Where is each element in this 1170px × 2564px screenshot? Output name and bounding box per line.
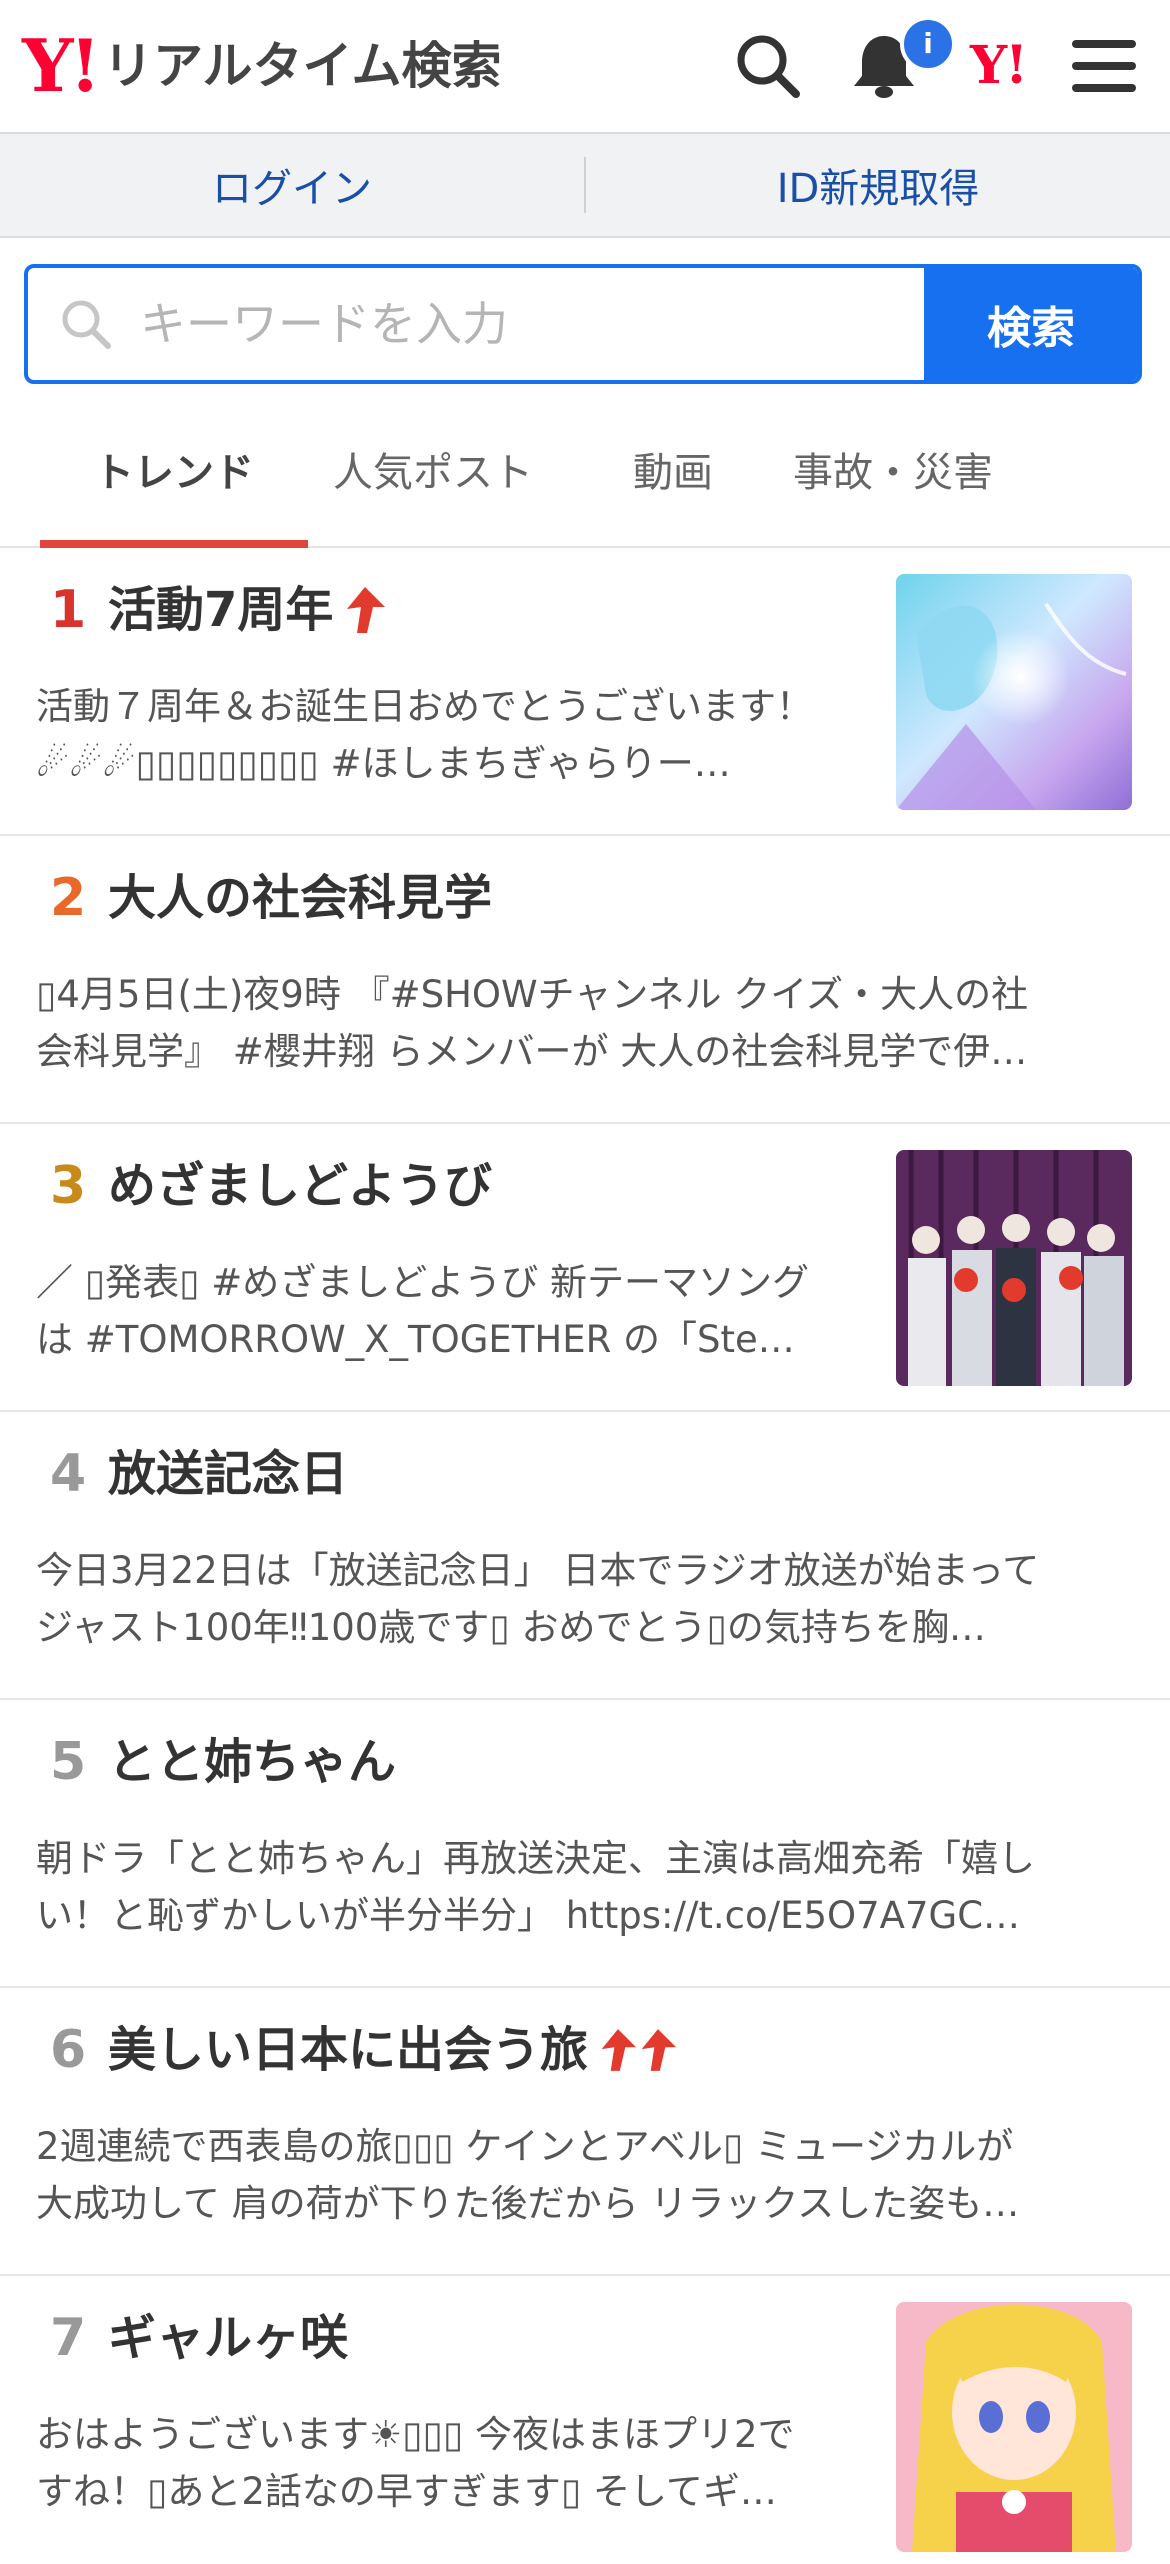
search-field-icon [62,300,111,349]
site-name: リアルタイム検索 [103,37,502,95]
trend-description: ／ ▯発表▯ #めざましどようび 新テーマソング は #TOMORROW_X_T… [36,1254,866,1368]
trend-description-line: ▯4月5日(土)夜9時 『#SHOWチャンネル クイズ・大人の社 [36,973,1029,1016]
tab-accidents-disasters[interactable]: 事故・災害 [768,400,1018,546]
trend-title-text: ギャルヶ咲 [108,2310,349,2366]
trend-description-line: は #TOMORROW_X_TOGETHER の「Ste… [36,1318,795,1361]
trend-description: 活動７周年＆お誕生日おめでとうございます！ ☄☄☄▯▯▯▯▯▯▯▯▯ #ほしまち… [36,678,866,792]
group-photo-image [896,1150,1132,1386]
tab-popular-posts[interactable]: 人気ポスト [288,400,578,546]
trend-description-line: ／ ▯発表▯ #めざましどようび 新テーマソング [36,1261,810,1304]
category-tabs: トレンド 人気ポスト 動画 事故・災害 [0,400,1170,548]
trend-rank: 4 [50,1444,87,1504]
yahoo-realtime-logo[interactable]: Y! リアルタイム検索 [22,30,502,102]
search-input[interactable] [138,296,842,352]
tab-videos[interactable]: 動画 [578,400,768,546]
trend-up-arrows [598,2025,678,2075]
trend-description: ▯4月5日(土)夜9時 『#SHOWチャンネル クイズ・大人の社 会科見学』 #… [36,966,1146,1080]
trend-description: 2週連続で西表島の旅▯▯▯ ケインとアベル▯ ミュージカルが 大成功して 肩の荷… [36,2118,1146,2232]
trend-item[interactable]: 4 放送記念日 今日3月22日は「放送記念日」 日本でラジオ放送が始まって ジャ… [0,1412,1170,1700]
trend-description-line: 2週連続で西表島の旅▯▯▯ ケインとアベル▯ ミュージカルが [36,2125,1014,2168]
trend-description-line: 大成功して 肩の荷が下りた後だから リラックスした姿も… [36,2182,1020,2225]
anime-illustration-image [896,2302,1132,2552]
menu-icon[interactable] [1068,30,1140,102]
trend-description-line: すね！▯あと2話なの早すぎます▯ そしてギ… [36,2470,777,2513]
trend-title: 活動7周年 [108,578,387,642]
trend-rank: 5 [50,1732,87,1792]
trend-title-text: めざましどようび [108,1158,493,1214]
yahoo-logo-mark: Y! [22,23,101,108]
trend-item[interactable]: 5 とと姉ちゃん 朝ドラ「とと姉ちゃん」再放送決定、主演は高畑充希「嬉し い！と… [0,1700,1170,1988]
trend-title-text: 美しい日本に出会う旅 [108,2022,589,2078]
trend-description-line: ☄☄☄▯▯▯▯▯▯▯▯▯ #ほしまちぎゃらりー… [36,742,731,785]
trend-title-text: 放送記念日 [108,1446,349,1502]
trend-title: めざましどようび [108,1154,492,1218]
trend-title-text: 大人の社会科見学 [108,870,493,926]
trend-description-line: 活動７周年＆お誕生日おめでとうございます！ [36,685,813,728]
login-bar: ログイン ID新規取得 [0,134,1170,238]
trend-description-line: 今日3月22日は「放送記念日」 日本でラジオ放送が始まって [36,1549,1040,1592]
trend-title: 大人の社会科見学 [108,866,492,930]
trend-description-line: おはようございます☀▯▯▯ 今夜はまほプリ2で [36,2413,795,2456]
trend-up-arrow-icon [347,587,386,633]
trend-description: おはようございます☀▯▯▯ 今夜はまほプリ2で すね！▯あと2話なの早すぎます▯… [36,2406,866,2520]
trend-description-line: い！と恥ずかしいが半分半分」 https://t.co/E5O7A7GC… [36,1894,1021,1937]
app-header: Y! リアルタイム検索 i Y! [0,0,1170,134]
trend-list: 1 活動7周年 活動７周年＆お誕生日おめでとうございます！ ☄☄☄▯▯▯▯▯▯▯… [0,548,1170,2564]
notification-badge: i [900,16,956,72]
anime-illustration-image [896,574,1132,810]
search-button[interactable]: 検索 [924,268,1138,380]
trend-rank: 6 [50,2020,87,2080]
tab-trend[interactable]: トレンド [40,400,308,548]
trend-description-line: 会科見学』 #櫻井翔 らメンバーが 大人の社会科見学で伊… [36,1030,1028,1073]
trend-title: 美しい日本に出会う旅 [108,2018,678,2082]
trend-item[interactable]: 1 活動7周年 活動７周年＆お誕生日おめでとうございます！ ☄☄☄▯▯▯▯▯▯▯… [0,548,1170,836]
trend-up-arrow-icon [601,2029,637,2071]
trend-thumbnail[interactable] [896,1150,1132,1386]
trend-thumbnail[interactable] [896,574,1132,810]
trend-rank: 7 [50,2308,87,2368]
login-link[interactable]: ログイン [0,156,584,214]
trend-title-text: とと姉ちゃん [108,1734,397,1790]
trend-title: とと姉ちゃん [108,1730,396,1794]
trend-up-arrow-icon [641,2029,677,2071]
trend-rank: 2 [50,868,87,928]
trend-item[interactable]: 3 めざましどようび ／ ▯発表▯ #めざましどようび 新テーマソング は #T… [0,1124,1170,1412]
search-box: 検索 [24,264,1142,384]
yahoo-japan-icon[interactable]: Y! [970,34,1028,98]
trend-description-line: ジャスト100年‼100歳です▯ おめでとう▯の気持ちを胸… [36,1606,986,1649]
trend-title: 放送記念日 [108,1442,348,1506]
search-icon[interactable] [732,30,804,102]
trend-description: 朝ドラ「とと姉ちゃん」再放送決定、主演は高畑充希「嬉し い！と恥ずかしいが半分半… [36,1830,1146,1944]
trend-rank: 1 [50,580,87,640]
register-link[interactable]: ID新規取得 [586,156,1170,214]
trend-up-arrows [343,585,387,635]
trend-thumbnail[interactable] [896,2302,1132,2552]
trend-item[interactable]: 6 美しい日本に出会う旅 2週連続で西表島の旅▯▯▯ ケインとアベル▯ ミュージ… [0,1988,1170,2276]
trend-item[interactable]: 2 大人の社会科見学 ▯4月5日(土)夜9時 『#SHOWチャンネル クイズ・大… [0,836,1170,1124]
trend-description: 今日3月22日は「放送記念日」 日本でラジオ放送が始まって ジャスト100年‼1… [36,1542,1146,1656]
trend-title-text: 活動7周年 [108,582,334,638]
trend-item[interactable]: 7 ギャルヶ咲 おはようございます☀▯▯▯ 今夜はまほプリ2で すね！▯あと2話… [0,2276,1170,2564]
trend-rank: 3 [50,1156,87,1216]
search-field [28,268,924,380]
trend-description-line: 朝ドラ「とと姉ちゃん」再放送決定、主演は高畑充希「嬉し [36,1837,1035,1880]
trend-title: ギャルヶ咲 [108,2306,348,2370]
